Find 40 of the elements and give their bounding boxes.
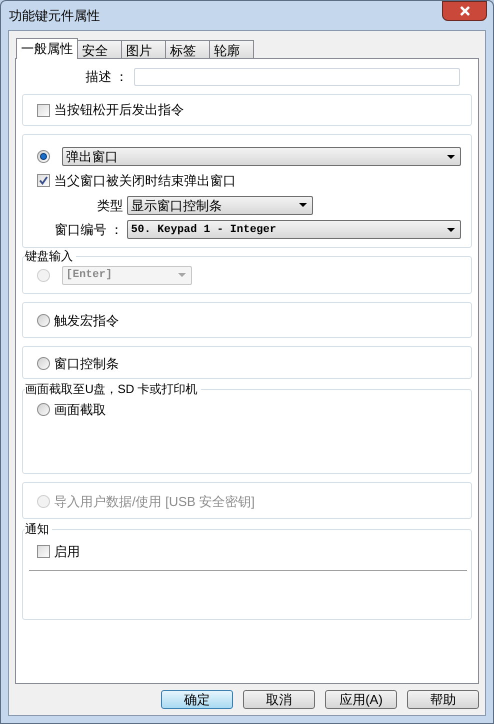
dialog-button[interactable]: 确定 (161, 690, 233, 709)
checkbox[interactable] (37, 104, 50, 116)
dialog-button[interactable]: 帮助 (407, 690, 479, 709)
field-label: 描述 ： (84, 68, 129, 86)
dialog-button[interactable]: 应用(A) (325, 690, 397, 709)
checkbox-label: 当父窗口被关闭时结束弹出窗口 (54, 172, 236, 190)
window-title: 功能键元件属性 (9, 6, 100, 25)
radio-label: 触发宏指令 (54, 314, 119, 328)
radio-button[interactable] (37, 357, 50, 370)
radio-button[interactable] (37, 403, 50, 416)
caret-icon (299, 203, 307, 208)
description-field[interactable] (134, 68, 460, 86)
tab[interactable]: 安全 (77, 40, 122, 58)
caret-icon (447, 154, 455, 158)
tab[interactable]: 轮廓 (209, 40, 254, 58)
radio-label: 窗口控制条 (54, 357, 119, 371)
tab[interactable]: 标签 (165, 40, 210, 58)
group-title: 画面截取至U盘，SD 卡或打印机 (25, 381, 201, 397)
close-icon (458, 6, 470, 16)
checkbox[interactable] (37, 545, 50, 558)
checkbox-label: 当按钮松开后发出指令 (54, 101, 184, 120)
dialog-button[interactable]: 取消 (243, 690, 315, 709)
checkbox-label: 启用 (54, 543, 80, 561)
radio-label: 画面截取 (54, 403, 106, 417)
tab[interactable]: 图片 (121, 40, 166, 58)
radio-button[interactable] (37, 314, 50, 327)
dropdown[interactable]: 显示窗口控制条 (127, 196, 313, 215)
dropdown[interactable]: 弹出窗口 (62, 147, 461, 166)
tab[interactable]: 一般属性 (16, 38, 78, 59)
dropdown[interactable]: 50. Keypad 1 - Integer (127, 220, 461, 240)
field-label: 窗口编号 ： (53, 221, 124, 239)
radio-label: 导入用户数据/使用 [USB 安全密钥] (54, 495, 255, 509)
field-label: 类型 (96, 196, 124, 214)
caret-icon (447, 228, 455, 232)
close-button[interactable] (442, 1, 487, 21)
radio-button[interactable] (37, 150, 50, 163)
checkbox[interactable] (37, 174, 50, 188)
group-title: 通知 (25, 521, 52, 537)
caret-icon (178, 273, 186, 277)
group-title: 键盘输入 (25, 248, 76, 264)
